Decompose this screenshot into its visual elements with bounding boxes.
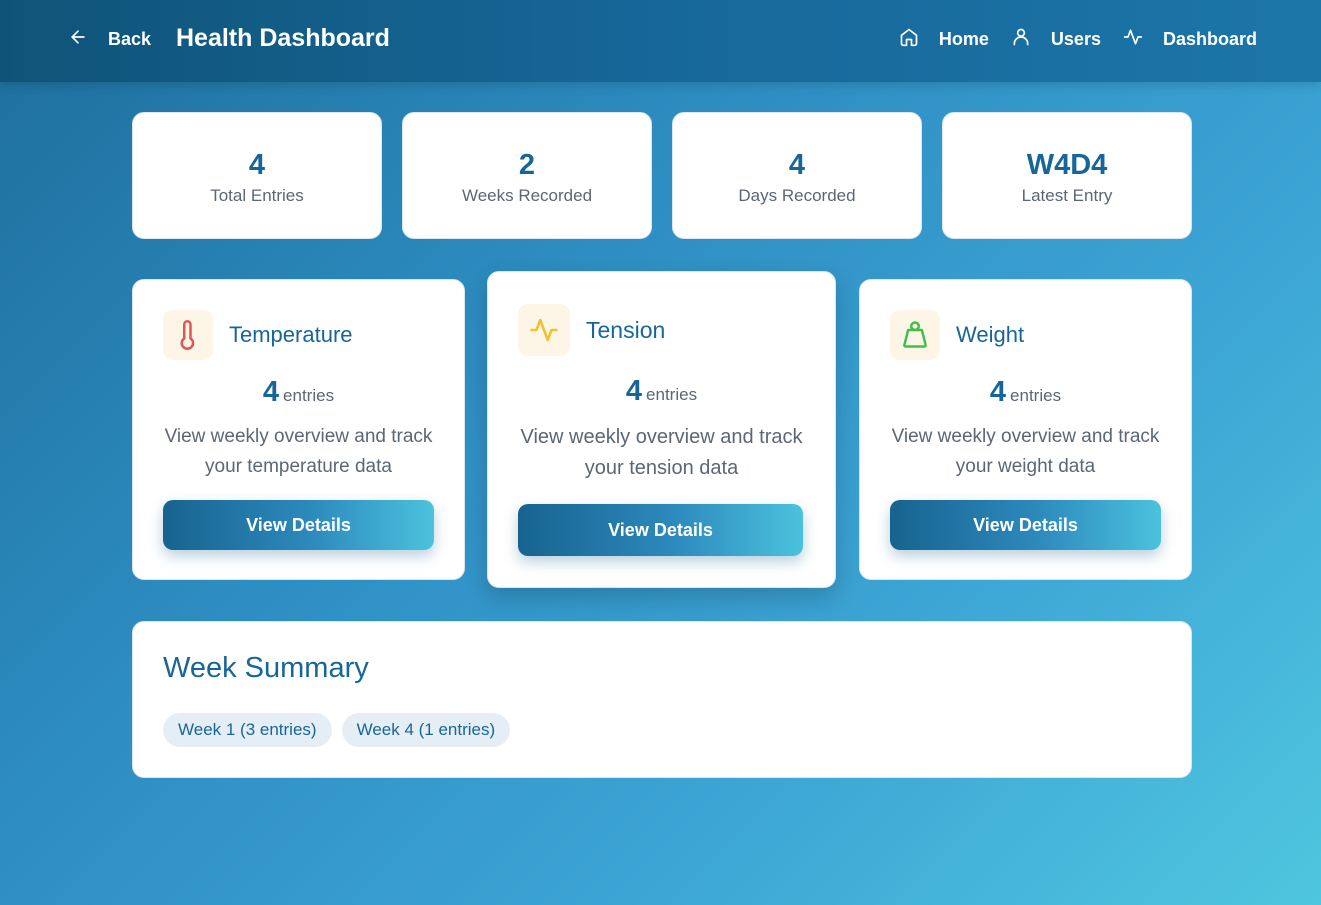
nav-label-home: Home	[938, 29, 989, 49]
view-details-button[interactable]: View Details	[518, 504, 803, 556]
nav-label-dashboard: Dashboard	[1162, 29, 1257, 49]
view-details-button[interactable]: View Details	[163, 500, 434, 550]
page-title: Health Dashboard	[176, 24, 390, 52]
week-chip[interactable]: Week 4 (1 entries)	[341, 713, 511, 747]
back-button[interactable]: Back	[68, 27, 151, 52]
stat-card-weeks-recorded: 2 Weeks Recorded	[402, 112, 652, 239]
count-unit: entries	[283, 386, 335, 405]
week-chips: Week 1 (3 entries) Week 4 (1 entries)	[163, 713, 520, 747]
weight-icon	[890, 310, 940, 360]
entry-count: 4 entries	[860, 376, 1191, 409]
top-nav: Home Users Dashboard	[877, 27, 1257, 52]
entry-count: 4 entries	[133, 376, 464, 409]
nav-item-users[interactable]: Users	[1011, 27, 1101, 52]
thermometer-icon	[163, 310, 213, 360]
metric-card-weight: Weight 4 entries View weekly overview and…	[859, 279, 1192, 580]
count-unit: entries	[1010, 386, 1062, 405]
nav-item-home[interactable]: Home	[899, 27, 989, 52]
week-chip[interactable]: Week 1 (3 entries)	[163, 713, 332, 747]
stat-value: 4	[248, 149, 266, 181]
metric-card-temperature: Temperature 4 entries View weekly overvie…	[132, 279, 465, 580]
entry-count: 4 entries	[488, 375, 835, 408]
week-summary-title: Week Summary	[163, 652, 369, 684]
stat-value: W4D4	[1026, 149, 1108, 181]
card-title: Weight	[956, 322, 1025, 347]
activity-icon	[518, 304, 570, 356]
count-unit: entries	[646, 385, 698, 404]
arrow-left-icon	[68, 27, 88, 52]
back-label: Back	[108, 29, 152, 49]
card-description: View weekly overview and track your weig…	[891, 426, 1160, 477]
nav-label-users: Users	[1050, 29, 1101, 49]
stat-card-total-entries: 4 Total Entries	[132, 112, 382, 239]
stat-card-latest-entry: W4D4 Latest Entry	[942, 112, 1192, 239]
count-value: 4	[625, 375, 643, 407]
stat-label: Latest Entry	[1021, 186, 1113, 205]
stat-card-days-recorded: 4 Days Recorded	[672, 112, 922, 239]
card-description: View weekly overview and track your temp…	[164, 426, 433, 477]
stat-value: 2	[518, 149, 536, 181]
view-details-button[interactable]: View Details	[890, 500, 1161, 550]
week-summary-card: Week Summary Week 1 (3 entries) Week 4 (…	[132, 621, 1192, 778]
card-title: Temperature	[229, 322, 353, 347]
card-description: View weekly overview and track your tens…	[520, 426, 803, 479]
stat-label: Total Entries	[210, 186, 304, 205]
nav-item-dashboard[interactable]: Dashboard	[1123, 27, 1257, 52]
count-value: 4	[989, 376, 1007, 408]
stat-value: 4	[788, 149, 806, 181]
count-value: 4	[262, 376, 280, 408]
home-icon	[899, 27, 919, 52]
card-title: Tension	[586, 316, 666, 343]
stat-label: Days Recorded	[738, 186, 856, 205]
metric-card-tension: Tension 4 entries View weekly overview an…	[487, 271, 836, 588]
user-icon	[1011, 27, 1031, 52]
activity-icon	[1123, 27, 1143, 52]
stat-label: Weeks Recorded	[461, 186, 593, 205]
top-bar: Back Health Dashboard Home Users Dashboa…	[0, 0, 1321, 82]
